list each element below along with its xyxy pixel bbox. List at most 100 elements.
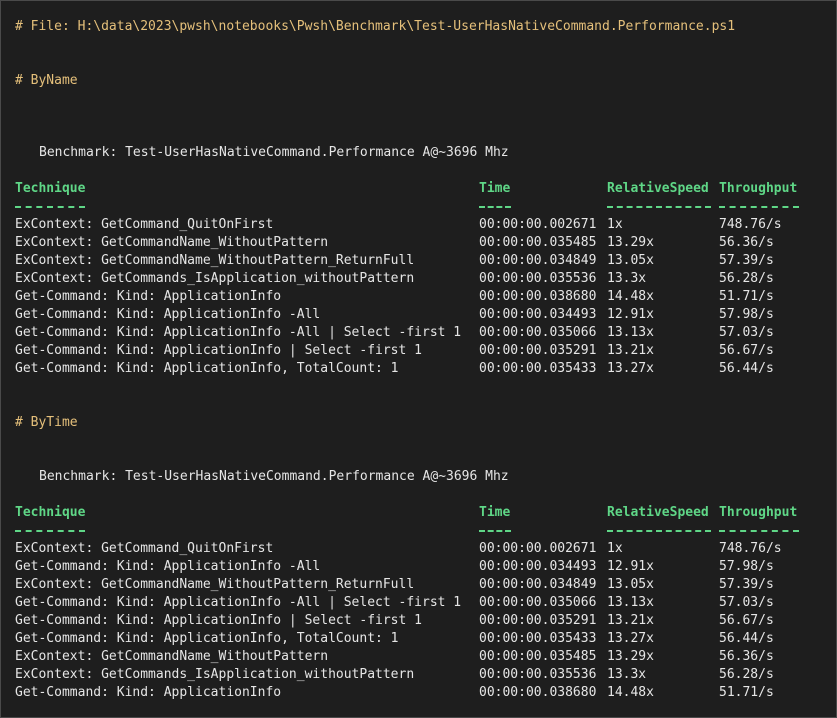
table-row: Get-Command: Kind: ApplicationInfo | Sel… — [1, 612, 836, 630]
row-technique: ExContext: GetCommand_QuitOnFirst — [15, 217, 274, 232]
row-technique: Get-Command: Kind: ApplicationInfo -All — [15, 307, 321, 322]
header-underline — [15, 206, 85, 210]
table-row: Get-Command: Kind: ApplicationInfo 00:00:… — [1, 684, 836, 702]
row-relativespeed: 13.13x — [607, 325, 654, 340]
row-time: 00:00:00.035536 — [479, 271, 597, 286]
table-row: ExContext: GetCommands_IsApplication_wit… — [1, 666, 836, 684]
row-throughput: 56.36/s — [719, 649, 774, 664]
row-relativespeed: 13.05x — [607, 253, 654, 268]
row-relativespeed: 13.29x — [607, 649, 654, 664]
terminal-output: # File: H:\data\2023\pwsh\notebooks\Pwsh… — [0, 0, 837, 718]
row-throughput: 57.98/s — [719, 307, 774, 322]
row-time: 00:00:00.035291 — [479, 613, 597, 628]
table-row: Get-Command: Kind: ApplicationInfo -All … — [1, 324, 836, 342]
table-row: ExContext: GetCommandName_WithoutPattern… — [1, 234, 836, 252]
table-row: ExContext: GetCommand_QuitOnFirst 00:00:0… — [1, 216, 836, 234]
row-technique: ExContext: GetCommands_IsApplication_wit… — [15, 271, 415, 286]
header-underline — [15, 530, 85, 534]
row-time: 00:00:00.035536 — [479, 667, 597, 682]
row-technique: Get-Command: Kind: ApplicationInfo | Sel… — [15, 343, 422, 358]
row-relativespeed: 1x — [607, 217, 623, 232]
table-row: Get-Command: Kind: ApplicationInfo -All 0… — [1, 558, 836, 576]
row-throughput: 51.71/s — [719, 685, 774, 700]
table-row: ExContext: GetCommandName_WithoutPattern… — [1, 576, 836, 594]
row-time: 00:00:00.002671 — [479, 541, 597, 556]
row-time: 00:00:00.038680 — [479, 289, 597, 304]
row-relativespeed: 12.91x — [607, 307, 654, 322]
row-technique: ExContext: GetCommandName_WithoutPattern… — [15, 577, 415, 592]
row-relativespeed: 14.48x — [607, 685, 654, 700]
table-row: Get-Command: Kind: ApplicationInfo, Tota… — [1, 630, 836, 648]
row-throughput: 56.28/s — [719, 271, 774, 286]
row-relativespeed: 13.13x — [607, 595, 654, 610]
row-technique: Get-Command: Kind: ApplicationInfo -All … — [15, 595, 462, 610]
row-time: 00:00:00.034493 — [479, 307, 597, 322]
file-comment: # File: H:\data\2023\pwsh\notebooks\Pwsh… — [15, 19, 736, 34]
table-row: Get-Command: Kind: ApplicationInfo | Sel… — [1, 342, 836, 360]
row-time: 00:00:00.035485 — [479, 235, 597, 250]
row-relativespeed: 1x — [607, 541, 623, 556]
row-time: 00:00:00.034849 — [479, 577, 597, 592]
header-underline — [719, 206, 799, 210]
row-relativespeed: 13.05x — [607, 577, 654, 592]
row-relativespeed: 13.21x — [607, 613, 654, 628]
row-technique: ExContext: GetCommands_IsApplication_wit… — [15, 667, 415, 682]
table-row: ExContext: GetCommandName_WithoutPattern… — [1, 648, 836, 666]
table-row: Get-Command: Kind: ApplicationInfo 00:00:… — [1, 288, 836, 306]
row-time: 00:00:00.035433 — [479, 631, 597, 646]
row-relativespeed: 12.91x — [607, 559, 654, 574]
row-throughput: 57.03/s — [719, 325, 774, 340]
row-throughput: 56.36/s — [719, 235, 774, 250]
header-underline — [719, 530, 799, 534]
row-throughput: 56.28/s — [719, 667, 774, 682]
row-time: 00:00:00.034849 — [479, 253, 597, 268]
row-relativespeed: 13.27x — [607, 631, 654, 646]
row-throughput: 57.03/s — [719, 595, 774, 610]
column-header-throughput: Throughput — [719, 505, 798, 520]
table-row: ExContext: GetCommand_QuitOnFirst 00:00:0… — [1, 540, 836, 558]
row-time: 00:00:00.035485 — [479, 649, 597, 664]
row-time: 00:00:00.035066 — [479, 325, 597, 340]
row-throughput: 51.71/s — [719, 289, 774, 304]
row-throughput: 57.39/s — [719, 253, 774, 268]
header-underline — [479, 206, 511, 210]
row-relativespeed: 13.29x — [607, 235, 654, 250]
row-technique: Get-Command: Kind: ApplicationInfo — [15, 685, 282, 700]
table-row: ExContext: GetCommands_IsApplication_wit… — [1, 270, 836, 288]
row-throughput: 56.67/s — [719, 613, 774, 628]
header-underline — [607, 530, 711, 534]
column-header-technique: Technique — [15, 505, 86, 520]
table-row: Get-Command: Kind: ApplicationInfo -All 0… — [1, 306, 836, 324]
row-throughput: 56.67/s — [719, 343, 774, 358]
row-relativespeed: 13.3x — [607, 271, 647, 286]
row-relativespeed: 13.3x — [607, 667, 647, 682]
table-row: ExContext: GetCommandName_WithoutPattern… — [1, 252, 836, 270]
header-underline — [479, 530, 511, 534]
row-time: 00:00:00.002671 — [479, 217, 597, 232]
row-technique: Get-Command: Kind: ApplicationInfo | Sel… — [15, 613, 422, 628]
row-technique: Get-Command: Kind: ApplicationInfo, Tota… — [15, 361, 399, 376]
row-time: 00:00:00.035066 — [479, 595, 597, 610]
row-technique: Get-Command: Kind: ApplicationInfo -All — [15, 559, 321, 574]
row-technique: Get-Command: Kind: ApplicationInfo — [15, 289, 282, 304]
header-underline — [607, 206, 711, 210]
row-throughput: 57.98/s — [719, 559, 774, 574]
column-header-relativespeed: RelativeSpeed — [607, 505, 709, 520]
section-heading-byname: # ByName — [15, 73, 78, 88]
column-header-throughput: Throughput — [719, 181, 798, 196]
row-throughput: 56.44/s — [719, 631, 774, 646]
section-heading-bytime: # ByTime — [15, 415, 78, 430]
row-time: 00:00:00.034493 — [479, 559, 597, 574]
row-technique: Get-Command: Kind: ApplicationInfo -All … — [15, 325, 462, 340]
benchmark-title-bytime: Benchmark: Test-UserHasNativeCommand.Per… — [39, 469, 509, 484]
row-throughput: 56.44/s — [719, 361, 774, 376]
row-throughput: 748.76/s — [719, 541, 782, 556]
row-time: 00:00:00.035433 — [479, 361, 597, 376]
row-technique: Get-Command: Kind: ApplicationInfo, Tota… — [15, 631, 399, 646]
row-technique: ExContext: GetCommandName_WithoutPattern — [15, 235, 329, 250]
row-throughput: 748.76/s — [719, 217, 782, 232]
table-row: Get-Command: Kind: ApplicationInfo -All … — [1, 594, 836, 612]
row-time: 00:00:00.038680 — [479, 685, 597, 700]
column-header-technique: Technique — [15, 181, 86, 196]
column-header-time: Time — [479, 505, 511, 520]
